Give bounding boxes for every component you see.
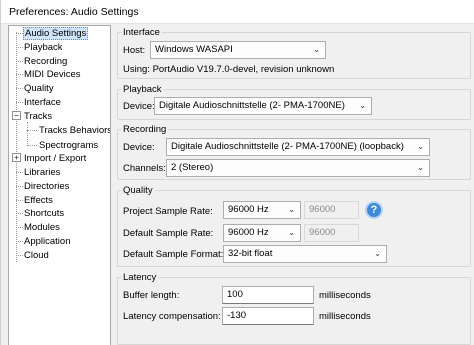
- project-sample-rate-custom: 96000: [304, 201, 359, 219]
- latency-compensation-unit: milliseconds: [319, 311, 371, 322]
- chevron-down-icon: ⌄: [288, 205, 295, 214]
- title-bar: Preferences: Audio Settings: [1, 0, 474, 24]
- chevron-down-icon: ⌄: [374, 249, 381, 258]
- interface-group-label: Interface: [121, 27, 162, 38]
- buffer-length-label: Buffer length:: [123, 290, 180, 301]
- playback-device-label: Device:: [123, 101, 155, 112]
- expand-icon[interactable]: +: [12, 153, 21, 162]
- tree-item-tracks[interactable]: Tracks: [23, 110, 53, 123]
- project-sample-rate-dropdown[interactable]: 96000 Hz ⌄: [223, 201, 301, 219]
- host-value: Windows WASAPI: [155, 44, 233, 55]
- default-sample-format-value: 32-bit float: [228, 248, 273, 259]
- quality-group-label: Quality: [121, 185, 155, 196]
- host-dropdown[interactable]: Windows WASAPI ⌄: [150, 41, 326, 59]
- channels-value: 2 (Stereo): [171, 162, 214, 173]
- tree-item-cloud[interactable]: Cloud: [23, 249, 50, 262]
- tree-branch: [16, 172, 23, 173]
- tree-branch: [16, 102, 23, 103]
- default-sample-rate-custom: 96000: [304, 224, 359, 242]
- tree-item-interface[interactable]: Interface: [23, 96, 62, 109]
- tree-item-playback[interactable]: Playback: [23, 41, 64, 54]
- latency-group-label: Latency: [121, 272, 159, 283]
- project-sample-rate-value: 96000 Hz: [228, 204, 269, 215]
- help-icon[interactable]: ?: [365, 201, 383, 219]
- host-label: Host:: [123, 45, 146, 56]
- tree-branch: [16, 88, 23, 89]
- buffer-length-unit: milliseconds: [319, 290, 371, 301]
- window-title: Preferences: Audio Settings: [9, 6, 139, 18]
- playback-device-value: Digitale Audioschnittstelle (2- PMA-1700…: [159, 100, 345, 111]
- chevron-down-icon: ⌄: [417, 142, 424, 151]
- recording-device-dropdown[interactable]: Digitale Audioschnittstelle (2- PMA-1700…: [166, 138, 430, 156]
- recording-device-label: Device:: [123, 142, 155, 153]
- latency-compensation-input[interactable]: -130: [222, 307, 314, 325]
- tree-item-tracks-behaviors[interactable]: Tracks Behaviors: [38, 124, 110, 137]
- default-sample-format-label: Default Sample Format:: [123, 249, 224, 260]
- recording-group-label: Recording: [121, 124, 169, 135]
- default-sample-rate-value: 96000 Hz: [228, 227, 269, 238]
- chevron-down-icon: ⌄: [313, 45, 320, 54]
- tree-branch: [16, 74, 23, 75]
- default-sample-format-dropdown[interactable]: 32-bit float ⌄: [223, 245, 387, 263]
- recording-device-value: Digitale Audioschnittstelle (2- PMA-1700…: [171, 141, 404, 152]
- tree-branch: [16, 186, 23, 187]
- playback-device-dropdown[interactable]: Digitale Audioschnittstelle (2- PMA-1700…: [154, 97, 372, 115]
- channels-label: Channels:: [123, 163, 166, 174]
- tree-item-import-export[interactable]: Import / Export: [23, 152, 87, 165]
- tree-branch: [16, 213, 23, 214]
- tree-item-modules[interactable]: Modules: [23, 221, 61, 234]
- tree-branch: [16, 61, 23, 62]
- tree-branch: [27, 145, 37, 146]
- tree-item-application[interactable]: Application: [23, 235, 71, 248]
- default-sample-rate-dropdown[interactable]: 96000 Hz ⌄: [223, 224, 301, 242]
- tree-item-midi-devices[interactable]: MIDI Devices: [23, 68, 81, 81]
- tree-branch: [16, 47, 23, 48]
- channels-dropdown[interactable]: 2 (Stereo) ⌄: [166, 159, 430, 177]
- tree-branch: [27, 130, 37, 131]
- tree-item-directories[interactable]: Directories: [23, 180, 70, 193]
- latency-compensation-label: Latency compensation:: [123, 311, 221, 322]
- tree-guide-line: [27, 122, 28, 146]
- chevron-down-icon: ⌄: [359, 101, 366, 110]
- tree-item-effects[interactable]: Effects: [23, 194, 54, 207]
- category-tree[interactable]: Audio Settings Playback Recording MIDI D…: [8, 25, 111, 345]
- tree-item-audio-settings[interactable]: Audio Settings: [23, 27, 89, 40]
- playback-group-label: Playback: [121, 84, 164, 95]
- tree-item-libraries[interactable]: Libraries: [23, 166, 61, 179]
- using-info-text: Using: PortAudio V19.7.0-devel, revision…: [123, 64, 335, 75]
- tree-branch: [16, 33, 23, 34]
- tree-item-recording[interactable]: Recording: [23, 55, 68, 68]
- tree-branch: [16, 255, 23, 256]
- tree-item-spectrograms[interactable]: Spectrograms: [38, 139, 99, 152]
- project-sample-rate-label: Project Sample Rate:: [123, 206, 213, 217]
- tree-item-shortcuts[interactable]: Shortcuts: [23, 207, 65, 220]
- tree-item-quality[interactable]: Quality: [23, 82, 55, 95]
- tree-branch: [16, 241, 23, 242]
- chevron-down-icon: ⌄: [288, 228, 295, 237]
- buffer-length-input[interactable]: 100: [222, 286, 314, 304]
- tree-branch: [16, 227, 23, 228]
- collapse-icon[interactable]: −: [12, 111, 21, 120]
- chevron-down-icon: ⌄: [417, 163, 424, 172]
- preferences-window: Preferences: Audio Settings Audio Settin…: [0, 0, 474, 345]
- default-sample-rate-label: Default Sample Rate:: [123, 228, 214, 239]
- tree-branch: [16, 200, 23, 201]
